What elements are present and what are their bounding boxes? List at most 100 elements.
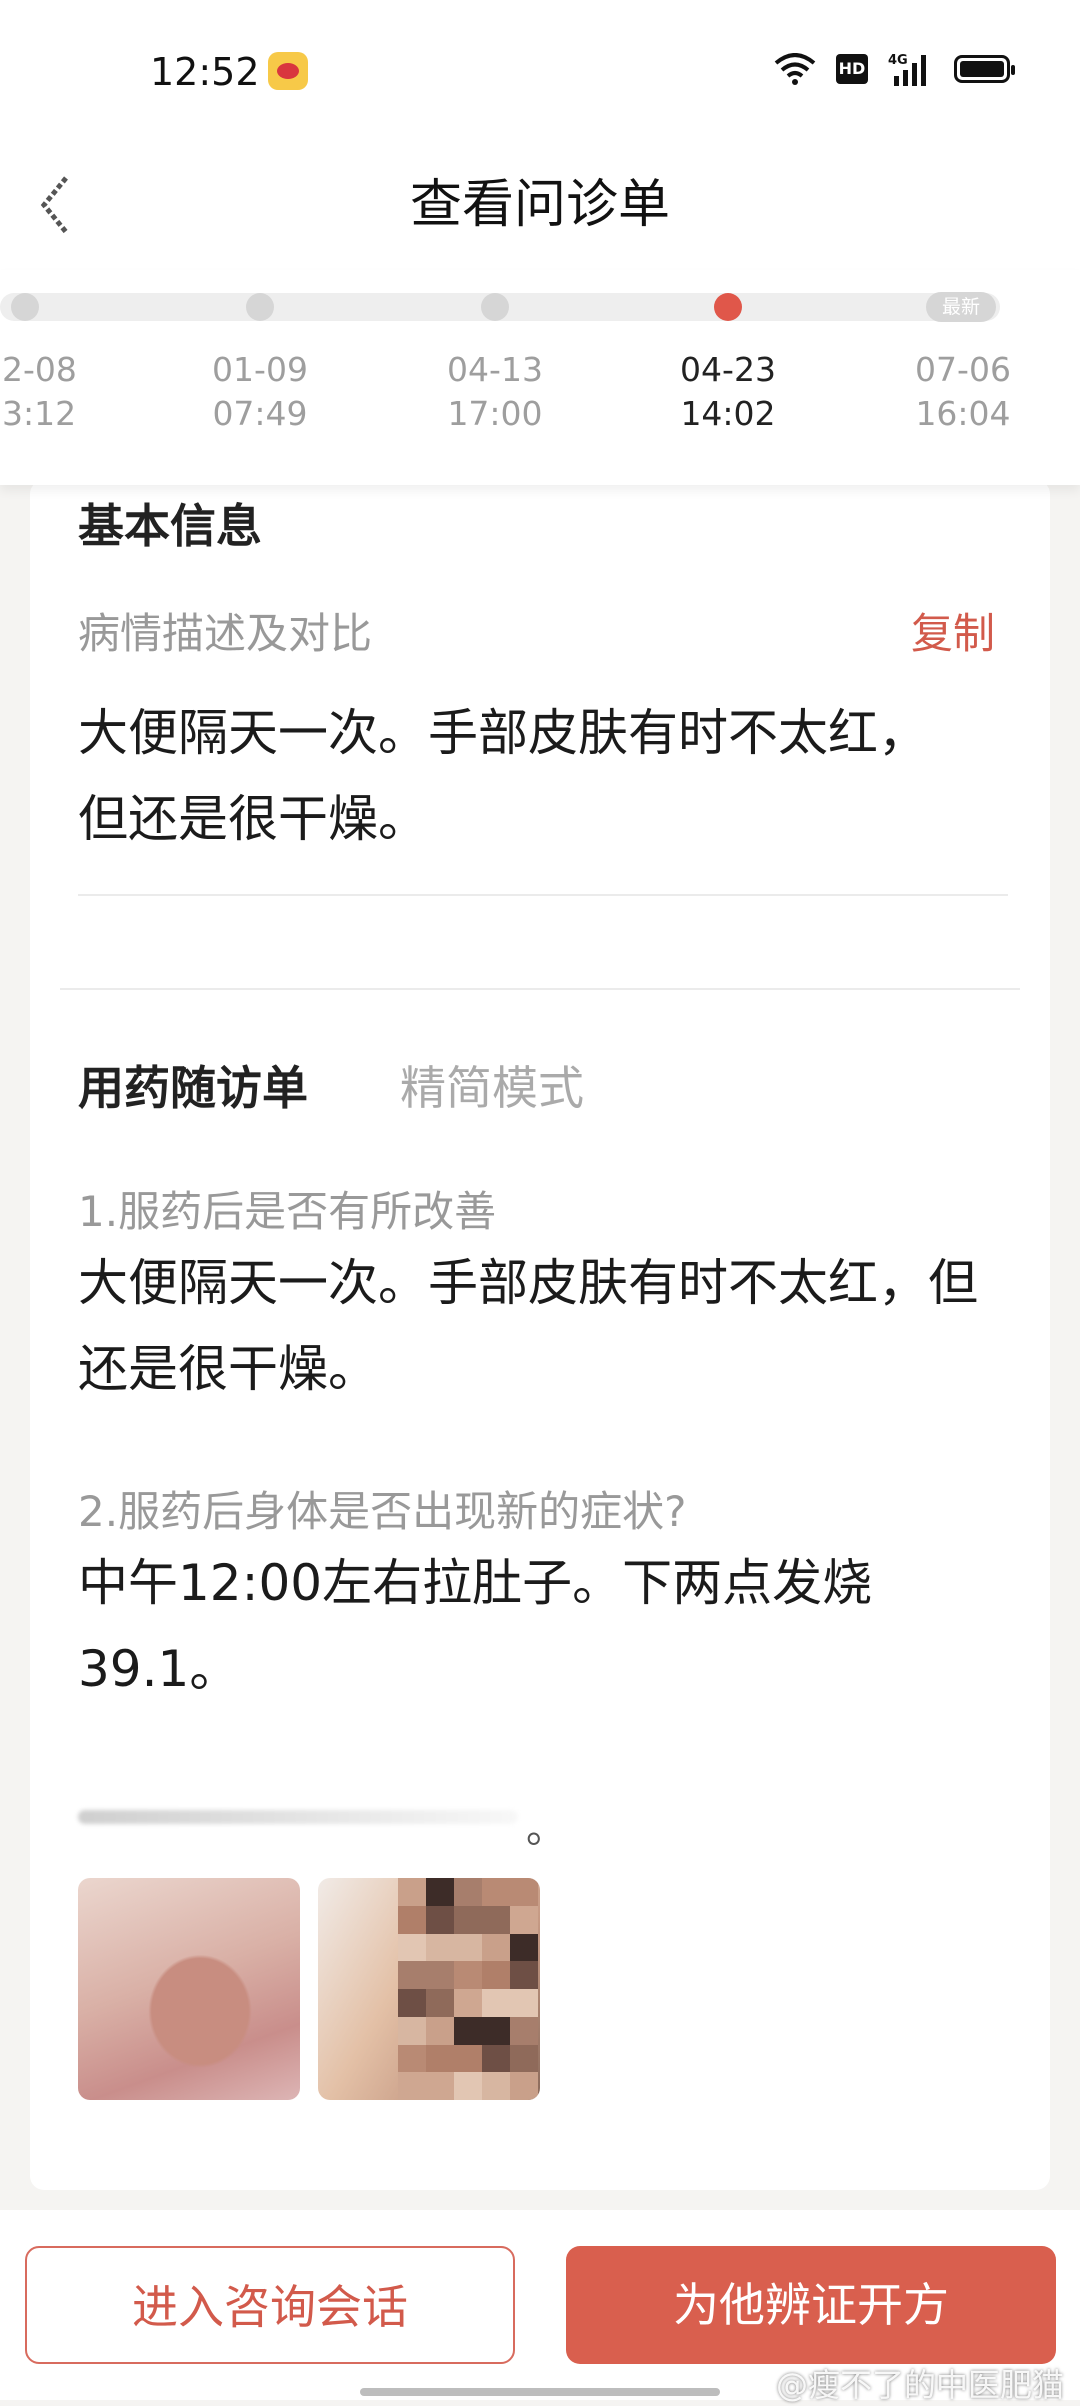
answer-text: 大便隔天一次。手部皮肤有时不太红，但 还是很干燥。 (78, 1240, 978, 1412)
timeline-date: 01-09 (212, 350, 308, 389)
mosaic-cell (454, 2044, 482, 2073)
mosaic-cell (426, 2072, 454, 2100)
mosaic-cell (510, 1905, 538, 1934)
status-time: 12:52 (150, 50, 260, 94)
answer-text: 中午12:00左右拉肚子。下两点发烧 39.1。 (78, 1540, 872, 1712)
mosaic-cell (510, 2016, 538, 2045)
timeline-entry[interactable]: 01-09 07:49 (175, 348, 345, 436)
timeline-date: 04-13 (447, 350, 543, 389)
mosaic-cell (454, 2016, 482, 2045)
copy-button[interactable]: 复制 (911, 600, 995, 661)
mosaic-cell (454, 1905, 482, 1934)
battery-icon (954, 55, 1015, 83)
mosaic-cell (398, 1961, 426, 1989)
mosaic-cell (482, 1933, 510, 1962)
mosaic-cell (426, 1961, 454, 1989)
app-header: 查看问诊单 (0, 140, 1080, 270)
timeline-dot[interactable] (246, 293, 274, 321)
pixelation-mosaic (398, 1878, 538, 2100)
timeline-entry[interactable]: 2-08 3:12 (0, 348, 120, 436)
mosaic-cell (398, 1878, 426, 1906)
timeline-dot[interactable] (11, 293, 39, 321)
mosaic-cell (426, 1933, 454, 1962)
mosaic-cell (482, 2072, 510, 2100)
mosaic-cell (482, 2016, 510, 2045)
text-line: 中午12:00左右拉肚子。下两点发烧 (78, 1554, 873, 1612)
wifi-icon (774, 53, 816, 85)
mosaic-cell (482, 1878, 510, 1906)
page-title: 查看问诊单 (409, 175, 670, 235)
mosaic-cell (426, 1878, 454, 1906)
mosaic-cell (398, 2044, 426, 2073)
timeline-time: 14:02 (680, 394, 776, 433)
hd-voice-icon: HD (836, 54, 868, 84)
mosaic-cell (510, 1878, 538, 1906)
mosaic-cell (426, 2044, 454, 2073)
mosaic-cell (454, 1989, 482, 2017)
redacted-text (78, 1810, 518, 1824)
mosaic-cell (510, 2044, 538, 2073)
system-icons: HD 4G (774, 52, 1015, 86)
mosaic-cell (510, 1989, 538, 2017)
mosaic-cell (510, 1961, 538, 1989)
mosaic-cell (482, 1989, 510, 2017)
latest-badge[interactable]: 最新 (926, 292, 996, 322)
mosaic-cell (510, 2072, 538, 2100)
timeline-date: 07-06 (915, 350, 1011, 389)
mosaic-cell (482, 1961, 510, 1989)
photo-thumbnail-hand[interactable] (78, 1878, 300, 2100)
status-bar: 12:52 HD 4G (0, 0, 1080, 140)
watermark: @瘦不了的中医肥猫 (775, 2366, 1064, 2404)
network-type: 4G (888, 53, 908, 68)
mosaic-cell (482, 1905, 510, 1934)
timeline-entry[interactable]: 04-13 17:00 (410, 348, 580, 436)
text-line: 大便隔天一次。手部皮肤有时不太红，但 (78, 1254, 978, 1312)
photo-thumbnail-face[interactable] (318, 1878, 540, 2100)
question-label: 1.服药后是否有所改善 (78, 1187, 497, 1236)
timeline-entry-active[interactable]: 04-23 14:02 (643, 348, 813, 436)
mosaic-cell (482, 2044, 510, 2073)
question-label: 2.服药后身体是否出现新的症状? (78, 1487, 687, 1536)
redacted-text-suffix: 。 (526, 1806, 566, 1852)
timeline-time: 3:12 (2, 394, 77, 433)
mosaic-cell (398, 1989, 426, 2017)
followup-title: 用药随访单 (78, 1061, 308, 1115)
weibo-app-icon (268, 52, 308, 90)
mosaic-cell (454, 1961, 482, 1989)
condition-description-label: 病情描述及对比 (78, 609, 373, 658)
mosaic-cell (454, 2072, 482, 2100)
mosaic-cell (398, 1905, 426, 1934)
visit-timeline: 最新 2-08 3:12 01-09 07:49 04-13 17:00 04-… (0, 270, 1080, 485)
simple-mode-tab[interactable]: 精简模式 (400, 1052, 584, 1118)
timeline-dot[interactable] (481, 293, 509, 321)
mosaic-cell (398, 2072, 426, 2100)
section-divider (60, 988, 1020, 990)
text-line: 但还是很干燥。 (78, 790, 428, 848)
basic-info-title: 基本信息 (78, 499, 262, 553)
mosaic-cell (426, 2016, 454, 2045)
prescribe-button[interactable]: 为他辨证开方 (566, 2246, 1056, 2364)
enter-consultation-button[interactable]: 进入咨询会话 (25, 2246, 515, 2364)
mosaic-cell (398, 2016, 426, 2045)
timeline-dot-active[interactable] (714, 293, 742, 321)
mosaic-cell (426, 1989, 454, 2017)
cellular-signal-icon: 4G (888, 52, 934, 86)
timeline-date: 2-08 (2, 350, 77, 389)
text-line: 39.1。 (78, 1640, 240, 1698)
text-line: 大便隔天一次。手部皮肤有时不太红， (78, 704, 928, 762)
bottom-action-bar: 进入咨询会话 为他辨证开方 @瘦不了的中医肥猫 (0, 2210, 1080, 2404)
timeline-date: 04-23 (680, 350, 776, 389)
timeline-time: 17:00 (447, 394, 543, 433)
timeline-entry[interactable]: 07-06 16:04 (878, 348, 1048, 436)
mosaic-cell (454, 1878, 482, 1906)
divider (78, 894, 1008, 896)
mosaic-cell (510, 1933, 538, 1962)
timeline-time: 07:49 (212, 394, 308, 433)
text-line: 还是很干燥。 (78, 1340, 378, 1398)
home-indicator[interactable] (360, 2388, 720, 2396)
mosaic-cell (426, 1905, 454, 1934)
timeline-time: 16:04 (915, 394, 1011, 433)
mosaic-cell (454, 1933, 482, 1962)
consultation-card: 基本信息 病情描述及对比 复制 大便隔天一次。手部皮肤有时不太红， 但还是很干燥… (30, 480, 1050, 2190)
condition-description-text: 大便隔天一次。手部皮肤有时不太红， 但还是很干燥。 (78, 690, 928, 862)
